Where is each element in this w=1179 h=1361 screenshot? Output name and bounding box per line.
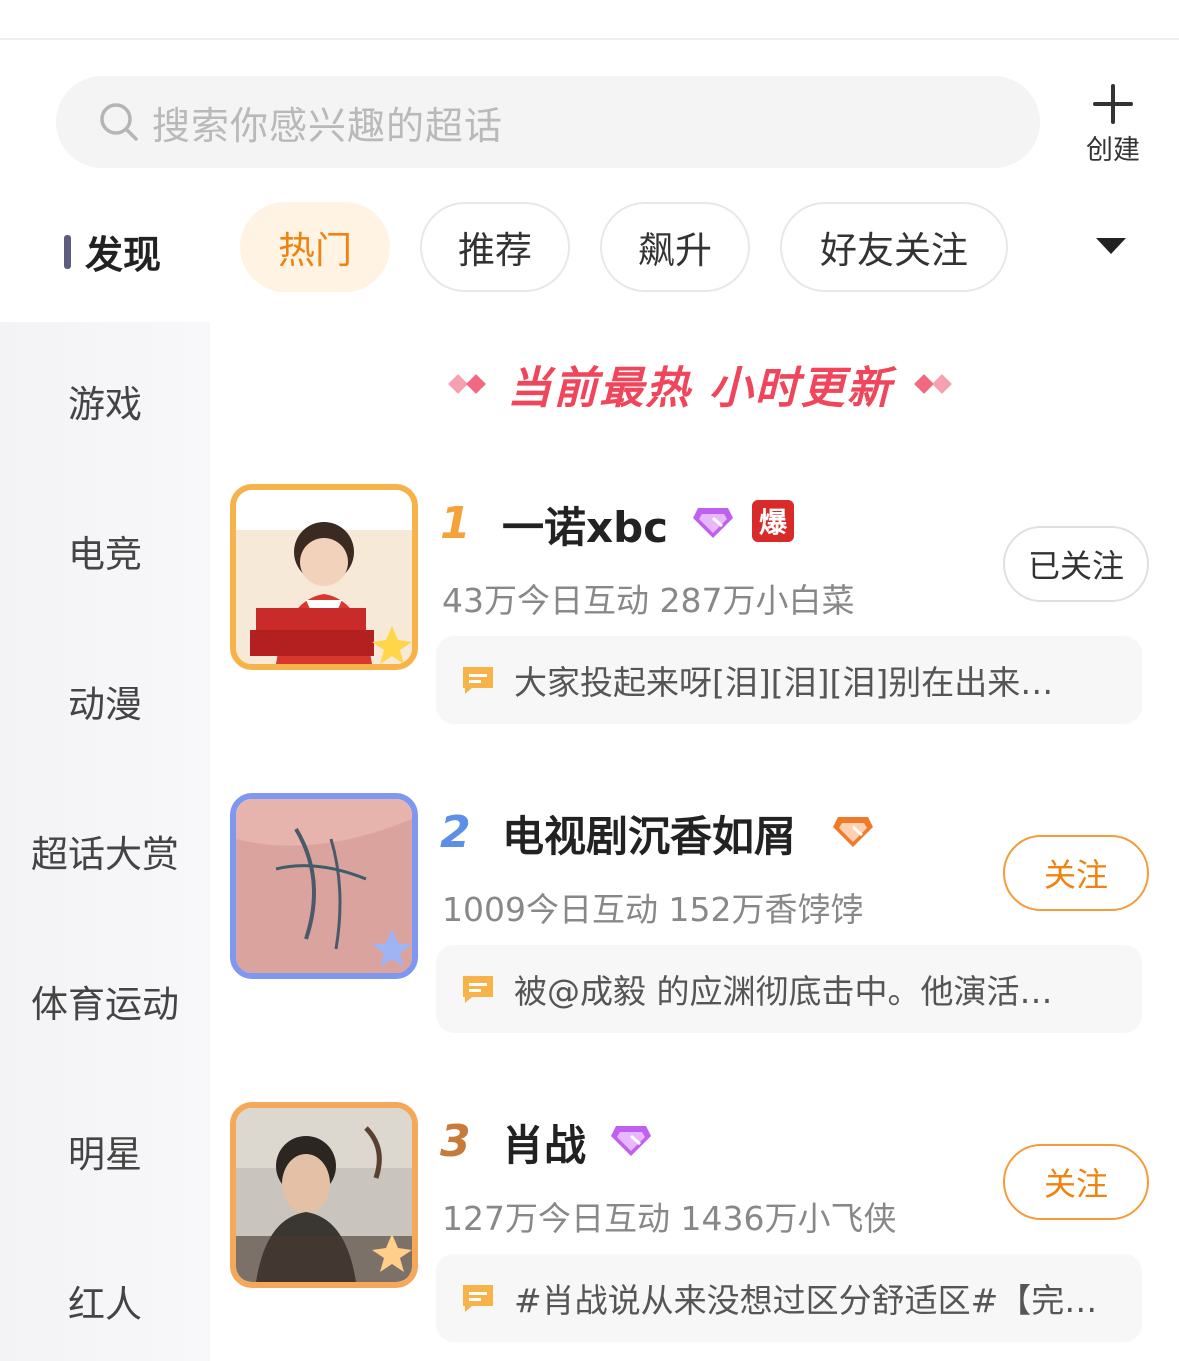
follow-button[interactable]: 关注 [1003,1144,1149,1220]
decor-diamond-icon [913,374,952,394]
post-excerpt: #肖战说从来没想过区分舒适区#【完… [514,1281,1098,1320]
rank-number: 2 [440,807,471,858]
tab-recommend[interactable]: 推荐 [420,202,570,292]
list-item[interactable]: 1 一诺xbc 爆 43万今日互动 287万小白菜 已关注 大家投起来呀[泪][… [230,484,1160,744]
sidebar-item-games[interactable]: 游戏 [0,374,210,428]
sidebar-item-esports[interactable]: 电竞 [0,524,210,578]
chevron-down-icon[interactable] [1096,238,1126,254]
section-label: 发现 [85,233,162,277]
sidebar-item-anime[interactable]: 动漫 [0,674,210,728]
diamond-level-icon [833,817,873,847]
list-item[interactable]: 2 电视剧沉香如屑 1009今日互动 152万香饽饽 关注 被@成毅 的应渊彻底… [230,793,1160,1053]
hot-banner: 当前最热 小时更新 [420,352,980,416]
top-divider [0,38,1179,40]
comment-icon [463,1285,493,1312]
post-excerpt: 大家投起来呀[泪][泪][泪]别在出来… [514,663,1054,702]
post-excerpt: 被@成毅 的应渊彻底击中。他演活… [514,972,1053,1011]
plus-icon [1093,84,1133,124]
sidebar-item-awards[interactable]: 超话大赏 [0,824,210,878]
create-button[interactable]: 创建 [1080,82,1146,167]
topic-name[interactable]: 电视剧沉香如屑 [502,803,796,864]
diamond-level-icon [611,1126,651,1156]
section-indicator [64,234,71,269]
create-label: 创建 [1086,135,1140,166]
topic-stats: 1009今日互动 152万香饽饽 [442,890,864,929]
topic-name[interactable]: 肖战 [502,1112,586,1173]
topic-avatar[interactable] [230,793,418,979]
rank-number: 1 [440,498,471,549]
topic-stats: 43万今日互动 287万小白菜 [442,581,855,620]
search-placeholder: 搜索你感兴趣的超话 [152,103,504,148]
section-title: 发现 [64,224,161,279]
sidebar-item-influencers[interactable]: 红人 [0,1274,210,1328]
hot-badge: 爆 [752,500,794,542]
tab-friends-following[interactable]: 好友关注 [780,202,1008,292]
topic-name[interactable]: 一诺xbc [502,494,668,555]
topic-stats: 127万今日互动 1436万小飞侠 [442,1199,897,1238]
latest-post-preview[interactable]: #肖战说从来没想过区分舒适区#【完… [436,1254,1142,1342]
topic-avatar[interactable] [230,484,418,670]
rank-number: 3 [440,1116,471,1167]
following-button[interactable]: 已关注 [1003,526,1149,602]
sidebar-item-sports[interactable]: 体育运动 [0,974,210,1028]
tab-rising[interactable]: 飙升 [600,202,750,292]
tab-hot[interactable]: 热门 [240,202,390,292]
category-sidebar: 游戏 电竞 动漫 超话大赏 体育运动 明星 红人 [0,322,210,1361]
latest-post-preview[interactable]: 被@成毅 的应渊彻底击中。他演活… [436,945,1142,1033]
follow-button[interactable]: 关注 [1003,835,1149,911]
latest-post-preview[interactable]: 大家投起来呀[泪][泪][泪]别在出来… [436,636,1142,724]
list-item[interactable]: 3 肖战 127万今日互动 1436万小飞侠 关注 #肖战说从来没想过区分舒适区… [230,1102,1160,1361]
banner-title: 当前最热 小时更新 [507,363,893,414]
topic-avatar[interactable] [230,1102,418,1288]
decor-diamond-icon [448,374,487,394]
search-input[interactable]: 搜索你感兴趣的超话 [56,76,1040,168]
search-icon [100,103,138,141]
diamond-level-icon [693,508,733,538]
sidebar-item-stars[interactable]: 明星 [0,1124,210,1178]
comment-icon [463,667,493,694]
comment-icon [463,976,493,1003]
